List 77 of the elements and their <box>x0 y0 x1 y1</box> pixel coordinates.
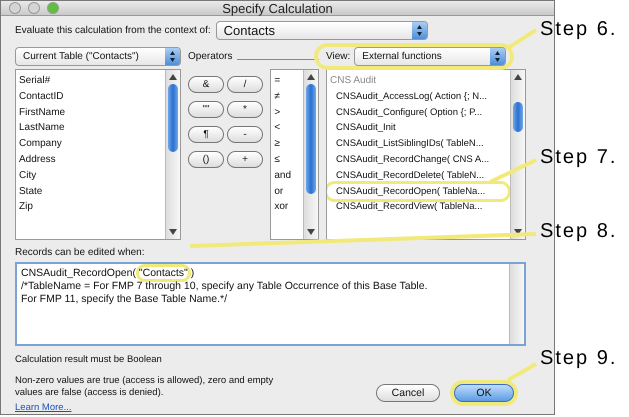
formula-label: Records can be edited when: <box>15 247 146 258</box>
scroll-up-icon[interactable] <box>169 74 177 80</box>
step-label: Step 7. <box>540 146 618 169</box>
step-label: Step 8. <box>540 220 618 243</box>
field-item[interactable]: State <box>16 184 165 200</box>
function-item[interactable]: CNSAudit_RecordChange( CNS A... <box>327 152 510 168</box>
formula-line: For FMP 11, specify the Base Table Name.*/ <box>21 293 228 306</box>
operator-button[interactable]: () <box>188 151 224 168</box>
field-item[interactable]: City <box>16 168 165 184</box>
scroll-up-icon[interactable] <box>514 74 522 80</box>
cancel-button[interactable]: Cancel <box>376 384 440 402</box>
field-item[interactable]: LastName <box>16 120 165 136</box>
operator-item[interactable]: < <box>271 120 303 136</box>
field-item[interactable]: FirstName <box>16 104 165 120</box>
field-item[interactable]: ContactID <box>16 88 165 105</box>
scroll-down-icon[interactable] <box>307 229 315 235</box>
field-item[interactable]: Address <box>16 152 165 168</box>
function-item[interactable]: CNSAudit_RecordDelete( TableN... <box>327 168 510 184</box>
operator-button[interactable]: "" <box>188 101 224 118</box>
operator-button[interactable]: & <box>188 76 224 93</box>
view-label: View: <box>326 51 350 62</box>
stepper-icon <box>490 48 506 65</box>
scroll-down-icon[interactable] <box>514 229 522 235</box>
scrollbar-thumb[interactable] <box>513 102 523 132</box>
minimize-icon[interactable] <box>28 2 40 14</box>
operator-item[interactable]: > <box>271 104 303 120</box>
operator-button[interactable]: + <box>227 151 263 168</box>
operator-button[interactable]: - <box>227 126 263 143</box>
scrollbar[interactable] <box>303 70 318 239</box>
field-item[interactable]: Company <box>16 136 165 152</box>
leader-line <box>489 158 537 184</box>
scrollbar[interactable] <box>509 264 524 344</box>
close-icon[interactable] <box>9 2 21 14</box>
result-note: Calculation result must be Boolean <box>15 354 163 366</box>
zoom-icon[interactable] <box>47 2 59 14</box>
operators-label: Operators <box>188 51 232 62</box>
function-item[interactable]: CNSAudit_Init <box>327 120 510 136</box>
scrollbar[interactable] <box>165 70 180 239</box>
function-item[interactable]: CNSAudit_Configure( Option {; P... <box>327 104 510 120</box>
context-dropdown[interactable]: Contacts <box>216 21 428 40</box>
operator-item[interactable]: ≤ <box>271 152 303 168</box>
step-label: Step 9. <box>540 347 618 370</box>
function-item[interactable]: CNSAudit_AccessLog( Action {; N... <box>327 88 510 105</box>
group-header: CNS Audit <box>329 74 378 88</box>
operator-item[interactable]: or <box>271 184 303 200</box>
scroll-up-icon[interactable] <box>307 74 315 80</box>
window-title: Specify Calculation <box>222 0 333 16</box>
function-item[interactable]: CNSAudit_RecordOpen( TableNa... <box>327 184 508 200</box>
learn-more-link[interactable]: Learn More... <box>15 402 72 414</box>
view-dropdown[interactable]: External functions <box>354 47 506 66</box>
field-item[interactable]: Serial# <box>16 73 165 89</box>
stepper-icon <box>165 48 180 65</box>
scrollbar-thumb[interactable] <box>168 84 178 152</box>
operator-item[interactable]: ≠ <box>271 88 303 105</box>
stepper-icon <box>412 22 427 39</box>
operator-item[interactable]: ≥ <box>271 136 303 152</box>
help-text: Non-zero values are true (access is allowed), zero and empty values are false (access is denied). <box>15 375 274 399</box>
leader-line <box>507 362 537 382</box>
operator-item[interactable]: xor <box>271 199 303 216</box>
operator-button[interactable]: * <box>227 101 263 118</box>
field-item[interactable]: Zip <box>16 199 165 216</box>
context-label: Evaluate this calculation from the context of: <box>15 25 211 36</box>
function-item[interactable]: CNSAudit_RecordView( TableNa... <box>327 199 510 216</box>
scrollbar[interactable] <box>510 70 525 239</box>
function-item[interactable]: CNSAudit_ListSiblingIDs( TableN... <box>327 136 510 152</box>
leader-line <box>506 28 538 50</box>
operator-button[interactable]: ¶ <box>188 126 224 143</box>
operator-item[interactable]: = <box>271 73 303 89</box>
operator-item[interactable]: and <box>271 168 303 184</box>
scroll-down-icon[interactable] <box>169 229 177 235</box>
scrollbar-thumb[interactable] <box>306 84 316 194</box>
formula-line: /*TableName = For FMP 7 through 10, specify any Table Occurrence of this Base Table. <box>21 280 429 293</box>
formula-line: CNSAudit_RecordOpen( "Contacts" ) <box>21 267 505 280</box>
step-label: Step 6. <box>540 18 618 41</box>
formula-field[interactable]: CNSAudit_RecordOpen( "Contacts" ) /*TableName = For FMP 7 through 10, specify any Table Occurrence of this Base Table. For FMP 11, specify the Base Table Name.*/ <box>15 262 526 346</box>
operator-button[interactable]: / <box>227 76 263 93</box>
table-dropdown[interactable]: Current Table ("Contacts") <box>15 47 181 66</box>
